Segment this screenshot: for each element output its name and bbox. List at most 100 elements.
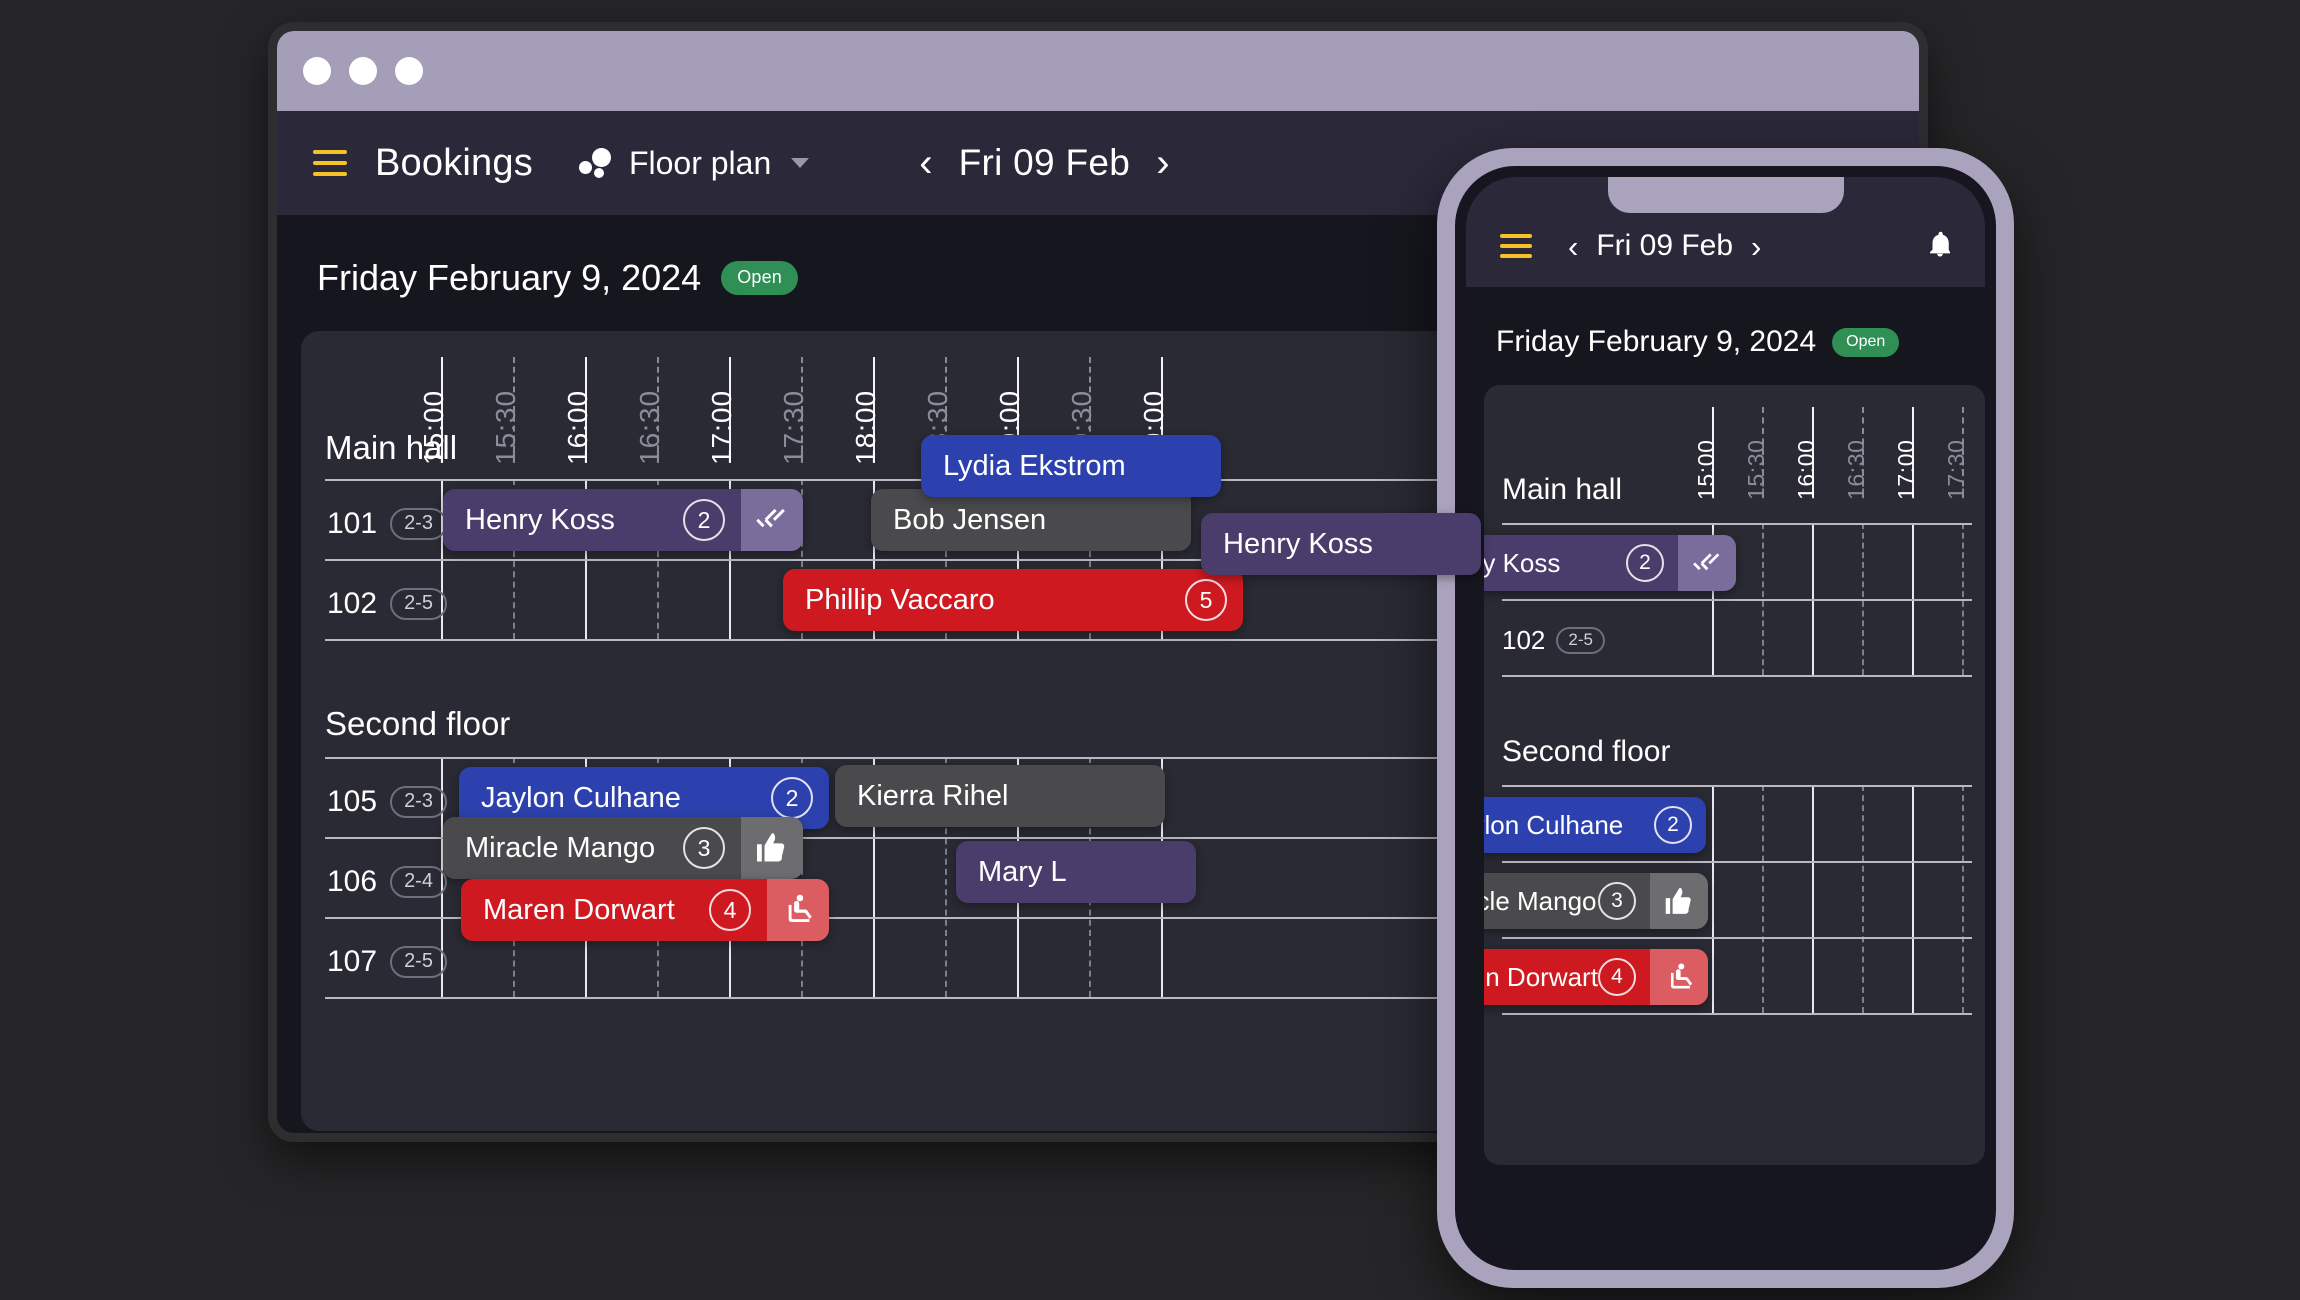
room-number: 101 — [327, 507, 378, 540]
phone-bookings-board: 15:00 15:30 16:00 16:30 17:00 17:30 Main hall… — [1484, 385, 1985, 1165]
window-maximize-button[interactable] — [395, 57, 423, 85]
double-check-icon[interactable] — [1678, 535, 1736, 591]
booking-pax: 5 — [1185, 579, 1227, 621]
phone-body: Friday February 9, 2024 Open 15:00 15:30 1… — [1466, 287, 1985, 1259]
room-capacity: 2-5 — [390, 588, 447, 620]
booking-bar[interactable]: Kierra Rihel — [835, 765, 1165, 827]
seated-person-icon[interactable] — [1650, 949, 1708, 1005]
booking-bar[interactable]: Miracle Mango 3 — [1484, 873, 1708, 929]
room-number: 102 — [327, 587, 378, 620]
double-check-icon[interactable] — [741, 489, 803, 551]
booking-pax: 2 — [1654, 806, 1692, 844]
phone-page-header: Friday February 9, 2024 Open — [1466, 287, 1985, 359]
row-separator — [1502, 523, 1972, 525]
booking-bar[interactable]: Mary L — [956, 841, 1196, 903]
hamburger-icon[interactable] — [313, 150, 347, 176]
time-tick-label: 18:00 — [850, 389, 881, 465]
browser-titlebar — [277, 31, 1919, 111]
phone-notch — [1607, 177, 1844, 213]
row-separator — [1502, 599, 1972, 601]
room-label-102: 102 2-5 — [327, 587, 447, 621]
grid-line — [1912, 785, 1914, 1013]
status-badge: Open — [721, 261, 799, 295]
booking-name: Bob Jensen — [893, 503, 1047, 536]
booking-name: Kierra Rihel — [857, 779, 1009, 812]
grid-line — [1962, 785, 1964, 1013]
booking-name: Miracle Mango — [465, 831, 656, 864]
booking-bar[interactable]: Henry Koss 2 — [443, 489, 803, 551]
room-capacity: 2-4 — [390, 866, 447, 898]
phone-screen: ‹ Fri 09 Feb › Friday February 9, 2024 O… — [1466, 177, 1985, 1259]
time-tick-label: 17:00 — [1893, 439, 1919, 500]
date-navigator: ‹ Fri 09 Feb › — [919, 142, 1169, 184]
row-separator — [325, 639, 1545, 641]
seated-person-icon[interactable] — [767, 879, 829, 941]
page-title: Friday February 9, 2024 — [1496, 325, 1817, 358]
booking-bar[interactable]: Phillip Vaccaro 5 — [783, 569, 1243, 631]
row-separator — [1502, 785, 1972, 787]
room-number: 102 — [1502, 625, 1546, 655]
room-number: 106 — [327, 865, 378, 898]
next-day-button[interactable]: › — [1156, 143, 1169, 183]
floor-plan-label: Floor plan — [628, 144, 772, 181]
booking-bar[interactable]: Henry Koss 2 — [1484, 535, 1736, 591]
room-capacity: 2-3 — [390, 786, 447, 818]
group-title-second-floor: Second floor — [325, 705, 511, 742]
phone-date-navigator: ‹ Fri 09 Feb › — [1568, 229, 1761, 263]
booking-pax: 4 — [1598, 958, 1636, 996]
prev-day-button[interactable]: ‹ — [919, 143, 932, 183]
room-capacity: 2-5 — [1556, 627, 1605, 654]
room-label-107: 107 2-5 — [327, 945, 447, 979]
row-separator — [1502, 861, 1972, 863]
booking-bar[interactable]: Miracle Mango 3 — [443, 817, 803, 879]
group-title-main-hall: Main hall — [325, 429, 458, 466]
current-date-label: Fri 09 Feb — [1596, 229, 1734, 262]
booking-bar[interactable]: Maren Dorwart 4 — [1484, 949, 1708, 1005]
booking-bar[interactable]: Lydia Ekstrom — [921, 435, 1221, 497]
row-separator — [1502, 675, 1972, 677]
time-tick-label: 17:30 — [1943, 439, 1969, 500]
bell-icon[interactable] — [1925, 228, 1955, 265]
room-label-101: 101 2-3 — [327, 507, 447, 541]
row-separator — [1502, 937, 1972, 939]
booking-pax: 3 — [683, 827, 725, 869]
window-close-button[interactable] — [303, 57, 331, 85]
prev-day-button[interactable]: ‹ — [1568, 231, 1578, 262]
grid-line — [1712, 785, 1714, 1013]
booking-name: Lydia Ekstrom — [943, 449, 1126, 482]
room-label-106: 106 2-4 — [327, 865, 447, 899]
booking-pax: 2 — [1626, 544, 1664, 582]
booking-name: Jaylon Culhane — [481, 781, 681, 814]
room-capacity: 2-5 — [390, 946, 447, 978]
room-number: 107 — [327, 945, 378, 978]
booking-bar[interactable]: Jaylon Culhane 2 — [1484, 797, 1706, 853]
booking-name: Maren Dorwart — [483, 893, 675, 926]
hamburger-icon[interactable] — [1500, 234, 1532, 258]
booking-name: Phillip Vaccaro — [805, 583, 995, 616]
status-badge: Open — [1832, 327, 1900, 357]
chevron-down-icon — [791, 158, 810, 168]
booking-name: Henry Koss — [1484, 547, 1561, 578]
current-date-label: Fri 09 Feb — [958, 142, 1131, 183]
phone-mockup: ‹ Fri 09 Feb › Friday February 9, 2024 O… — [1437, 148, 2014, 1288]
next-day-button[interactable]: › — [1751, 231, 1761, 262]
window-minimize-button[interactable] — [349, 57, 377, 85]
booking-name: Henry Koss — [465, 503, 615, 536]
time-tick-label: 15:30 — [490, 389, 521, 465]
booking-name: Mary L — [978, 855, 1067, 888]
floor-plan-selector[interactable]: Floor plan — [578, 144, 810, 182]
booking-bar[interactable]: Bob Jensen — [871, 489, 1191, 551]
group-title-second-floor: Second floor — [1502, 735, 1671, 768]
thumbs-up-icon[interactable] — [741, 817, 803, 879]
booking-name: Miracle Mango — [1484, 885, 1597, 916]
room-number: 105 — [327, 785, 378, 818]
page-title: Friday February 9, 2024 — [317, 257, 702, 298]
grid-line — [1862, 785, 1864, 1013]
booking-bar[interactable]: Maren Dorwart 4 — [461, 879, 829, 941]
booking-bar[interactable]: Henry Koss — [1201, 513, 1481, 575]
booking-name: Henry Koss — [1223, 527, 1373, 560]
grid-line — [1762, 785, 1764, 1013]
group-title-main-hall: Main hall — [1502, 473, 1623, 506]
thumbs-up-icon[interactable] — [1650, 873, 1708, 929]
booking-pax: 2 — [683, 499, 725, 541]
